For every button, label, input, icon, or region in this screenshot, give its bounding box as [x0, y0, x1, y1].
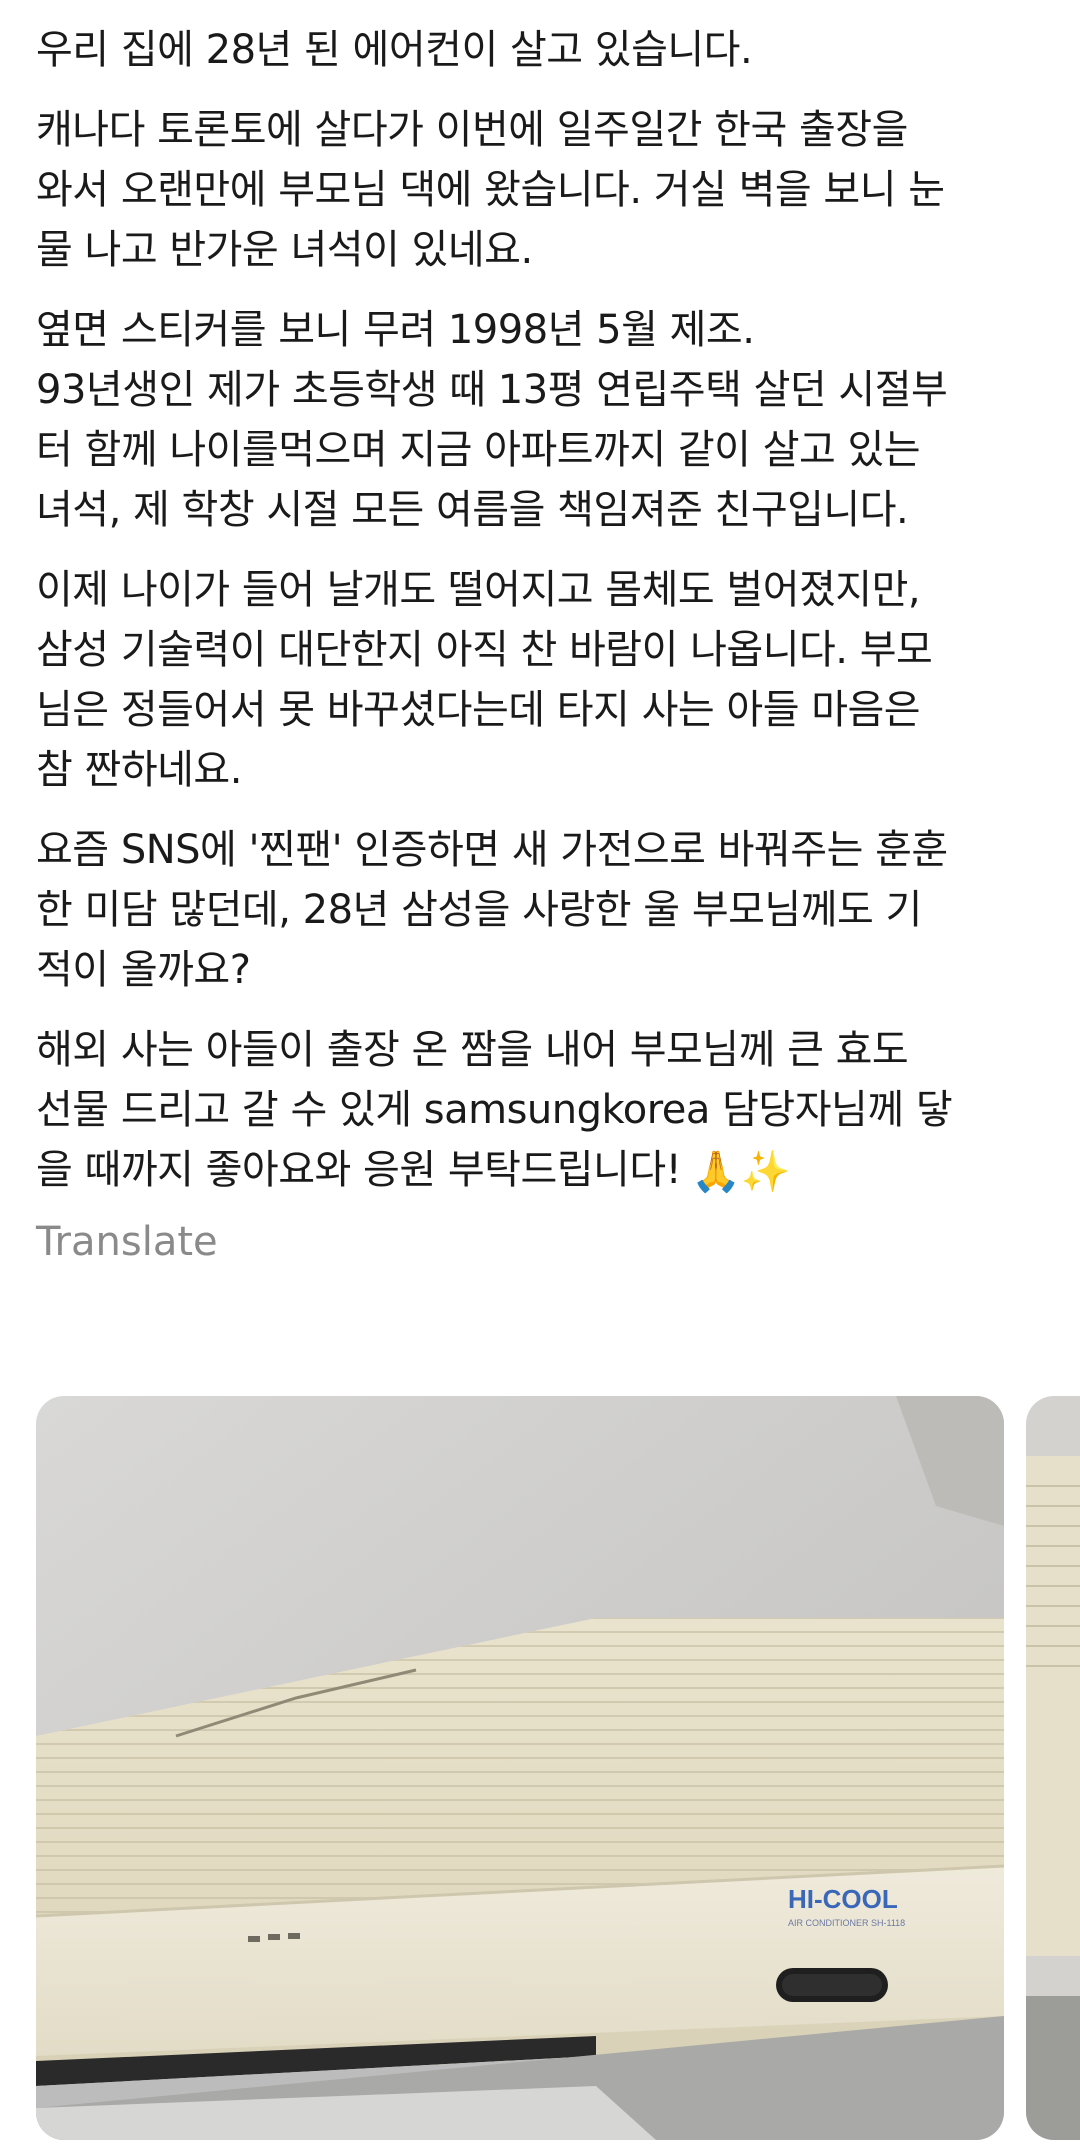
text-line: 93년생인 제가 초등학생 때 13평 연립주택 살던 시절부	[36, 367, 948, 413]
text-line: 요즘 SNS에 '찐팬' 인증하면 새 가전으로 바꿔주는 훈훈	[36, 827, 948, 873]
second-photo-image	[1026, 1396, 1080, 2140]
photo-carousel[interactable]: HI-COOL AIR CONDITIONER SH-1118	[36, 1396, 1080, 2140]
post-paragraph-3: 옆면 스티커를 보니 무려 1998년 5월 제조. 93년생인 제가 초등학생…	[36, 300, 1046, 540]
text-line: 옆면 스티커를 보니 무려 1998년 5월 제조.	[36, 307, 755, 353]
post-paragraph-5: 요즘 SNS에 '찐팬' 인증하면 새 가전으로 바꿔주는 훈훈 한 미담 많던…	[36, 820, 1046, 1000]
photo-brand-label: HI-COOL	[788, 1884, 898, 1914]
text-line: 우리 집에 28년 된 에어컨이 살고 있습니다.	[36, 27, 753, 73]
text-line: 님은 정들어서 못 바꾸셨다는데 타지 사는 아들 마음은	[36, 687, 921, 733]
translate-link[interactable]: Translate	[36, 1212, 1046, 1272]
text-line: 와서 오랜만에 부모님 댁에 왔습니다. 거실 벽을 보니 눈	[36, 167, 945, 213]
text-line: 녀석, 제 학창 시절 모든 여름을 책임져준 친구입니다.	[36, 487, 909, 533]
text-line: 삼성 기술력이 대단한지 아직 찬 바람이 나옵니다. 부모	[36, 627, 933, 673]
text-line: 적이 올까요?	[36, 947, 251, 993]
text-line: 이제 나이가 들어 날개도 떨어지고 몸체도 벌어졌지만,	[36, 567, 921, 613]
text-line: 선물 드리고 갈 수 있게 samsungkorea 담당자님께 닿	[36, 1087, 953, 1133]
text-line: 물 나고 반가운 녀석이 있네요.	[36, 227, 533, 273]
post-paragraph-2: 캐나다 토론토에 살다가 이번에 일주일간 한국 출장을 와서 오랜만에 부모님…	[36, 100, 1046, 280]
pray-sparkles-emoji-icon: 🙏✨	[691, 1149, 790, 1195]
post-body: 우리 집에 28년 된 에어컨이 살고 있습니다. 캐나다 토론토에 살다가 이…	[36, 20, 1046, 1272]
post-paragraph-4: 이제 나이가 들어 날개도 떨어지고 몸체도 벌어졌지만, 삼성 기술력이 대단…	[36, 560, 1046, 800]
text-line-content: 을 때까지 좋아요와 응원 부탁드립니다!	[36, 1147, 682, 1193]
post-paragraph-1: 우리 집에 28년 된 에어컨이 살고 있습니다.	[36, 20, 1046, 80]
text-line: 을 때까지 좋아요와 응원 부탁드립니다! 🙏✨	[36, 1140, 1046, 1202]
text-line: 참 짠하네요.	[36, 747, 242, 793]
photo-sub-label: AIR CONDITIONER SH-1118	[788, 1918, 905, 1928]
air-conditioner-photo[interactable]: HI-COOL AIR CONDITIONER SH-1118	[36, 1396, 1004, 2140]
text-line: 해외 사는 아들이 출장 온 짬을 내어 부모님께 큰 효도	[36, 1027, 909, 1073]
post-paragraph-6: 해외 사는 아들이 출장 온 짬을 내어 부모님께 큰 효도 선물 드리고 갈 …	[36, 1020, 1046, 1202]
text-line: 한 미담 많던데, 28년 삼성을 사랑한 울 부모님께도 기	[36, 887, 922, 933]
text-line: 터 함께 나이를먹으며 지금 아파트까지 같이 살고 있는	[36, 427, 921, 473]
text-line: 캐나다 토론토에 살다가 이번에 일주일간 한국 출장을	[36, 107, 908, 153]
air-conditioner-image: HI-COOL AIR CONDITIONER SH-1118	[36, 1396, 1004, 2140]
second-photo-preview[interactable]	[1026, 1396, 1080, 2140]
